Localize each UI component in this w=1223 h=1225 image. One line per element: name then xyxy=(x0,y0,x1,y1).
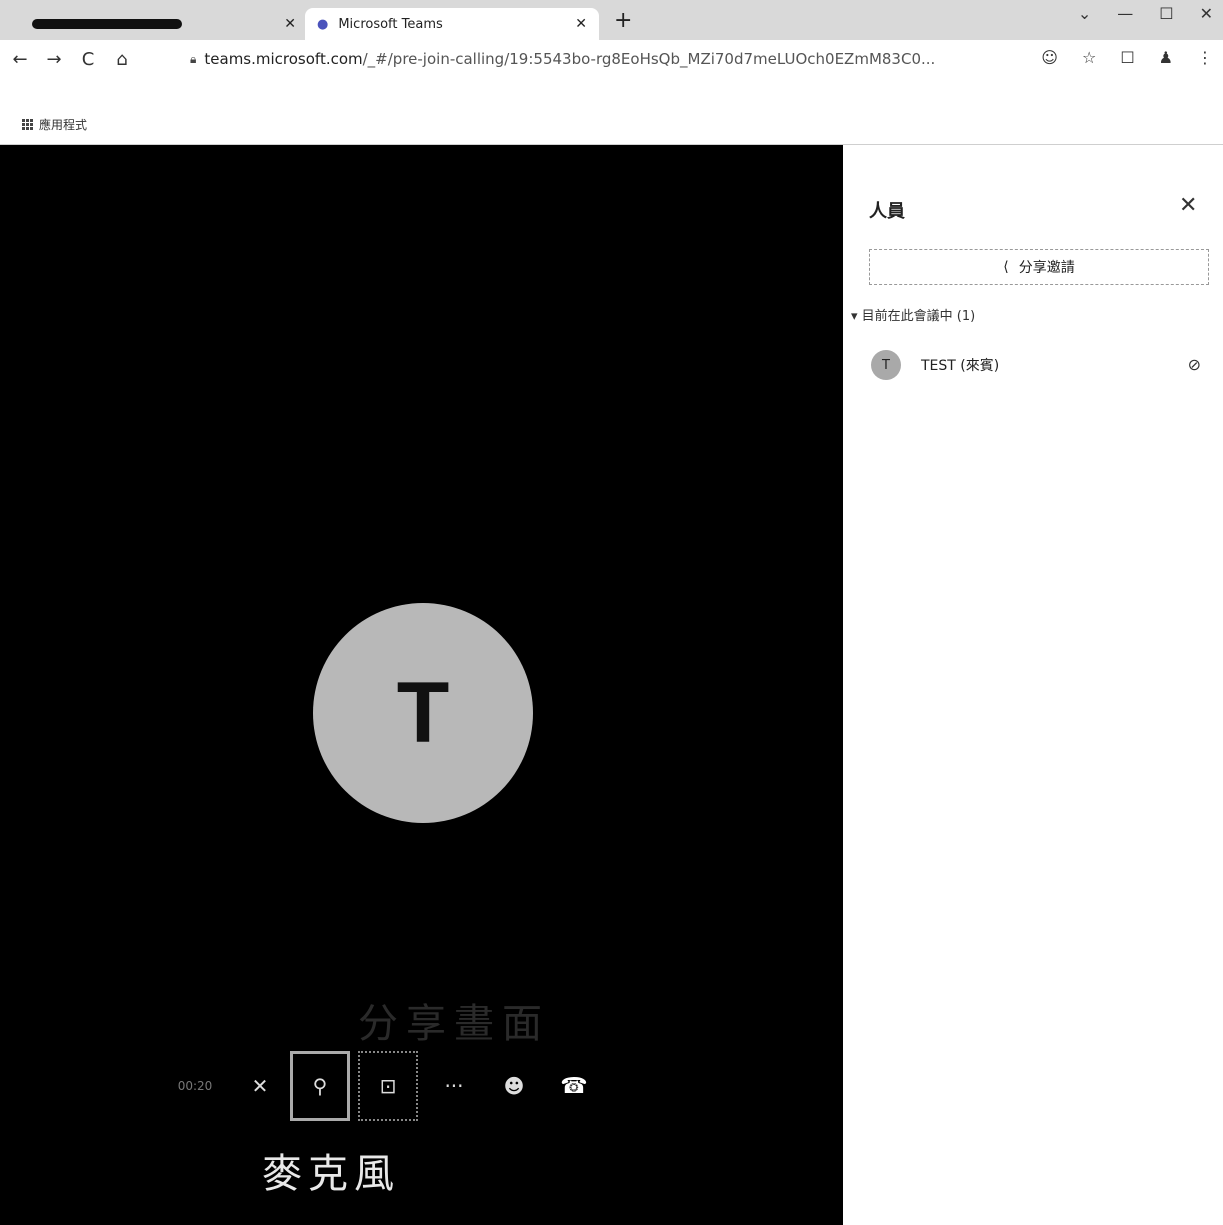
share-icon: ⟨ xyxy=(1003,259,1009,275)
side-panel-icon[interactable]: ☐ xyxy=(1120,48,1134,67)
forward-button[interactable]: → xyxy=(40,49,68,70)
panel-title: 人員 xyxy=(869,201,905,222)
avatar: T xyxy=(871,350,901,380)
window-controls: ⌄ — ☐ ✕ xyxy=(1078,4,1213,23)
bookmark-star-icon[interactable]: ☆ xyxy=(1082,48,1096,67)
participant-name: TEST (來賓) xyxy=(921,358,1000,374)
url-path: /_#/pre-join-calling/19:5543bo-rg8EoHsQb… xyxy=(362,50,936,68)
share-invite-label: 分享邀請 xyxy=(1018,260,1075,276)
new-tab-button[interactable]: + xyxy=(614,8,632,33)
hang-up-button[interactable]: ☎ xyxy=(544,1056,604,1116)
show-participants-button[interactable]: ☻ xyxy=(484,1056,544,1116)
call-timer: 00:20 xyxy=(177,1079,213,1093)
camera-off-button[interactable]: ✕ xyxy=(230,1056,290,1116)
close-window-button[interactable]: ✕ xyxy=(1200,4,1213,23)
minimize-button[interactable]: — xyxy=(1117,4,1133,23)
people-panel: 人員 ✕ ⟨ 分享邀請 ▾ 目前在此會議中 (1) T TEST (來賓) ⊘ xyxy=(843,145,1223,1225)
close-tab-icon[interactable]: ✕ xyxy=(575,16,587,32)
share-invite-button[interactable]: ⟨ 分享邀請 xyxy=(869,249,1209,285)
bookmarks-bar: 應用程式 xyxy=(0,78,1223,145)
share-screen-button[interactable]: ⊡ xyxy=(358,1051,418,1121)
tab-strip: ✕ ● Microsoft Teams ✕ + ⌄ — ☐ ✕ xyxy=(0,0,1223,40)
teams-logo-icon: ● xyxy=(317,16,329,32)
participant-avatar-large: T xyxy=(313,603,533,823)
mic-caption: 麥克風 xyxy=(262,1151,400,1197)
apps-label: 應用程式 xyxy=(39,118,88,132)
more-actions-button[interactable]: ··· xyxy=(424,1056,484,1116)
browser-tab-redacted[interactable]: ✕ xyxy=(20,8,308,40)
participant-row[interactable]: T TEST (來賓) ⊘ xyxy=(871,345,1201,385)
tab-title: Microsoft Teams xyxy=(338,16,443,32)
call-stage: T 分享畫面 00:20 ✕ ⚲ ⊡ ··· ☻ ☎ 麥克風 xyxy=(0,145,843,1225)
close-panel-button[interactable]: ✕ xyxy=(1179,193,1197,218)
back-button[interactable]: ← xyxy=(6,49,34,70)
toolbar-actions: ☺ ☆ ☐ ♟ ⋮ xyxy=(1041,48,1213,67)
browser-tab-teams[interactable]: ● Microsoft Teams ✕ xyxy=(305,8,599,40)
redaction-bar xyxy=(32,19,182,29)
apps-grid-icon xyxy=(22,119,33,130)
profile-icon[interactable]: ♟ xyxy=(1159,48,1173,67)
browser-toolbar: ← → C ⌂ 🔒︎ teams.microsoft.com/_#/pre-jo… xyxy=(0,40,1223,78)
menu-kebab-icon[interactable]: ⋮ xyxy=(1197,48,1213,67)
mic-button[interactable]: ⚲ xyxy=(290,1051,350,1121)
maximize-button[interactable]: ☐ xyxy=(1159,4,1173,23)
tab-search-icon[interactable]: ⌄ xyxy=(1078,4,1091,23)
mic-off-icon: ⊘ xyxy=(1187,355,1201,374)
reload-button[interactable]: C xyxy=(74,49,102,70)
call-control-bar: 00:20 ✕ ⚲ ⊡ ··· ☻ ☎ xyxy=(160,1051,604,1121)
in-meeting-section-header[interactable]: ▾ 目前在此會議中 (1) xyxy=(851,305,975,324)
apps-shortcut[interactable]: 應用程式 xyxy=(22,116,87,133)
share-screen-caption: 分享畫面 xyxy=(358,1001,550,1047)
lock-icon[interactable]: 🔒︎ xyxy=(190,52,196,67)
address-bar[interactable]: 🔒︎ teams.microsoft.com/_#/pre-join-calli… xyxy=(190,46,1020,72)
home-button[interactable]: ⌂ xyxy=(108,49,136,70)
extension-icon[interactable]: ☺ xyxy=(1041,48,1058,67)
url-host: teams.microsoft.com xyxy=(204,50,363,68)
tab-title-redacted xyxy=(32,19,276,29)
close-tab-icon[interactable]: ✕ xyxy=(284,16,296,32)
